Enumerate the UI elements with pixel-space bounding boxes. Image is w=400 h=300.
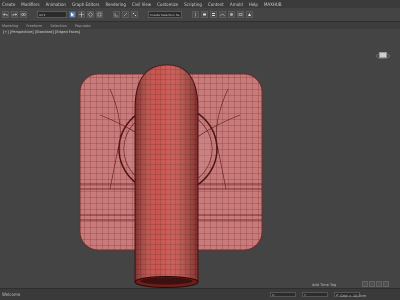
pan-icon[interactable] xyxy=(369,281,375,287)
angle-snap-icon[interactable] xyxy=(122,11,129,18)
menu-item-modifiers[interactable]: Modifiers xyxy=(21,2,39,7)
menu-item-help[interactable]: Help xyxy=(249,2,258,7)
status-text: Welcome xyxy=(2,292,21,297)
main-toolbar: All ▾ Create Selection Se xyxy=(0,8,400,22)
menu-item-arnold[interactable]: Arnold xyxy=(230,2,243,7)
menu-item-create[interactable]: Create xyxy=(2,2,15,7)
tab-freeform[interactable]: Freeform xyxy=(26,24,42,28)
render-icon[interactable] xyxy=(246,11,253,18)
ribbon-tabs: Modeling Freeform Selection Populate xyxy=(0,22,400,29)
selection-filter-dropdown[interactable]: All ▾ xyxy=(37,11,67,18)
viewcube-icon[interactable] xyxy=(376,49,390,59)
grid-size-readout: Grid = 10,0cm xyxy=(340,294,367,298)
material-editor-icon[interactable] xyxy=(228,11,235,18)
redo-icon[interactable] xyxy=(11,11,18,18)
rotate-icon[interactable] xyxy=(87,11,94,18)
snap-icon[interactable] xyxy=(113,11,120,18)
maximize-viewport-icon[interactable] xyxy=(383,281,389,287)
add-time-tag[interactable]: Add Time Tag xyxy=(312,283,336,287)
orbit-icon[interactable] xyxy=(376,281,382,287)
menu-item-civil-view[interactable]: Civil View xyxy=(132,2,151,7)
align-icon[interactable] xyxy=(201,11,208,18)
perspective-viewport[interactable]: [+] [Perspective] [Standard] [Edged Face… xyxy=(0,29,400,288)
named-selection-sets-input[interactable]: Create Selection Se xyxy=(148,11,182,18)
menu-bar: Create Modifiers Animation Graph Editors… xyxy=(0,0,400,8)
tab-populate[interactable]: Populate xyxy=(75,24,91,28)
tab-selection[interactable]: Selection xyxy=(50,24,67,28)
menu-item-graph-editors[interactable]: Graph Editors xyxy=(72,2,99,7)
viewport-navigation-controls xyxy=(362,281,389,287)
menu-item-maxhub[interactable]: MAXHUB xyxy=(264,2,282,7)
menu-item-animation[interactable]: Animation xyxy=(46,2,66,7)
y-coordinate-field[interactable]: Y: xyxy=(302,292,328,297)
move-icon[interactable] xyxy=(78,11,85,18)
scale-icon[interactable] xyxy=(96,11,103,18)
tab-modeling[interactable]: Modeling xyxy=(2,24,18,28)
percent-snap-icon[interactable] xyxy=(131,11,138,18)
menu-item-scripting[interactable]: Scripting xyxy=(184,2,202,7)
cylinder-mesh xyxy=(134,64,199,288)
menu-item-rendering[interactable]: Rendering xyxy=(105,2,125,7)
zoom-icon[interactable] xyxy=(362,281,368,287)
curve-editor-icon[interactable] xyxy=(219,11,226,18)
link-icon[interactable] xyxy=(20,11,27,18)
x-coordinate-field[interactable]: X: xyxy=(270,292,296,297)
select-icon[interactable] xyxy=(69,11,76,18)
undo-icon[interactable] xyxy=(2,11,9,18)
menu-item-content[interactable]: Content xyxy=(208,2,224,7)
mesh-scene[interactable] xyxy=(0,29,400,288)
layers-icon[interactable] xyxy=(210,11,217,18)
status-bar: Welcome X: Y: Z: Add Time Tag Grid = 10,… xyxy=(0,281,400,300)
mirror-icon[interactable] xyxy=(192,11,199,18)
render-setup-icon[interactable] xyxy=(237,11,244,18)
menu-item-customize[interactable]: Customize xyxy=(157,2,178,7)
